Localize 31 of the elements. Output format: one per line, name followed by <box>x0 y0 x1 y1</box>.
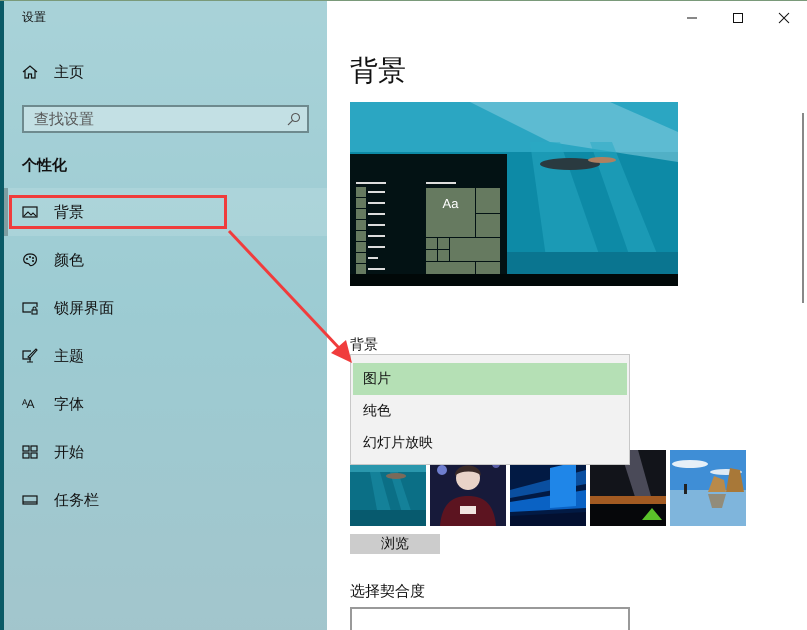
maximize-icon <box>732 12 744 24</box>
tiles-icon <box>22 444 38 460</box>
browse-button[interactable]: 浏览 <box>350 534 440 554</box>
nav-item[interactable]: ᴬA 字体 <box>4 380 327 428</box>
fit-dropdown[interactable] <box>350 607 630 630</box>
nav-item[interactable]: 任务栏 <box>4 476 327 524</box>
close-icon <box>778 12 790 24</box>
nav-item[interactable]: 主题 <box>4 332 327 380</box>
font-icon: ᴬA <box>22 397 38 411</box>
picture-icon <box>22 204 38 220</box>
dropdown-option[interactable]: 纯色 <box>353 395 627 427</box>
section-heading: 个性化 <box>22 156 67 174</box>
search-icon <box>287 112 301 126</box>
dropdown-option[interactable]: 图片 <box>353 363 627 395</box>
nav-item[interactable]: 颜色 <box>4 236 327 284</box>
monitor-brush-icon <box>22 348 38 364</box>
sample-text: Aa <box>442 194 460 212</box>
lock-screen-icon <box>22 300 38 316</box>
nav-item[interactable]: 锁屏界面 <box>4 284 327 332</box>
dropdown-option[interactable]: 幻灯片放映 <box>353 427 627 459</box>
field-label: 背景 <box>350 336 378 354</box>
scrollbar[interactable] <box>802 113 804 303</box>
home-nav-item[interactable]: 主页 <box>4 48 327 96</box>
search-field[interactable]: 查找设置 <box>22 105 309 133</box>
field-label: 选择契合度 <box>350 582 425 601</box>
palette-icon <box>22 252 38 268</box>
page-title: 背景 <box>350 54 406 88</box>
nav-item[interactable]: 背景 <box>4 188 327 236</box>
nav-item[interactable]: 开始 <box>4 428 327 476</box>
window-title: 设置 <box>22 9 46 26</box>
home-icon <box>22 64 38 80</box>
